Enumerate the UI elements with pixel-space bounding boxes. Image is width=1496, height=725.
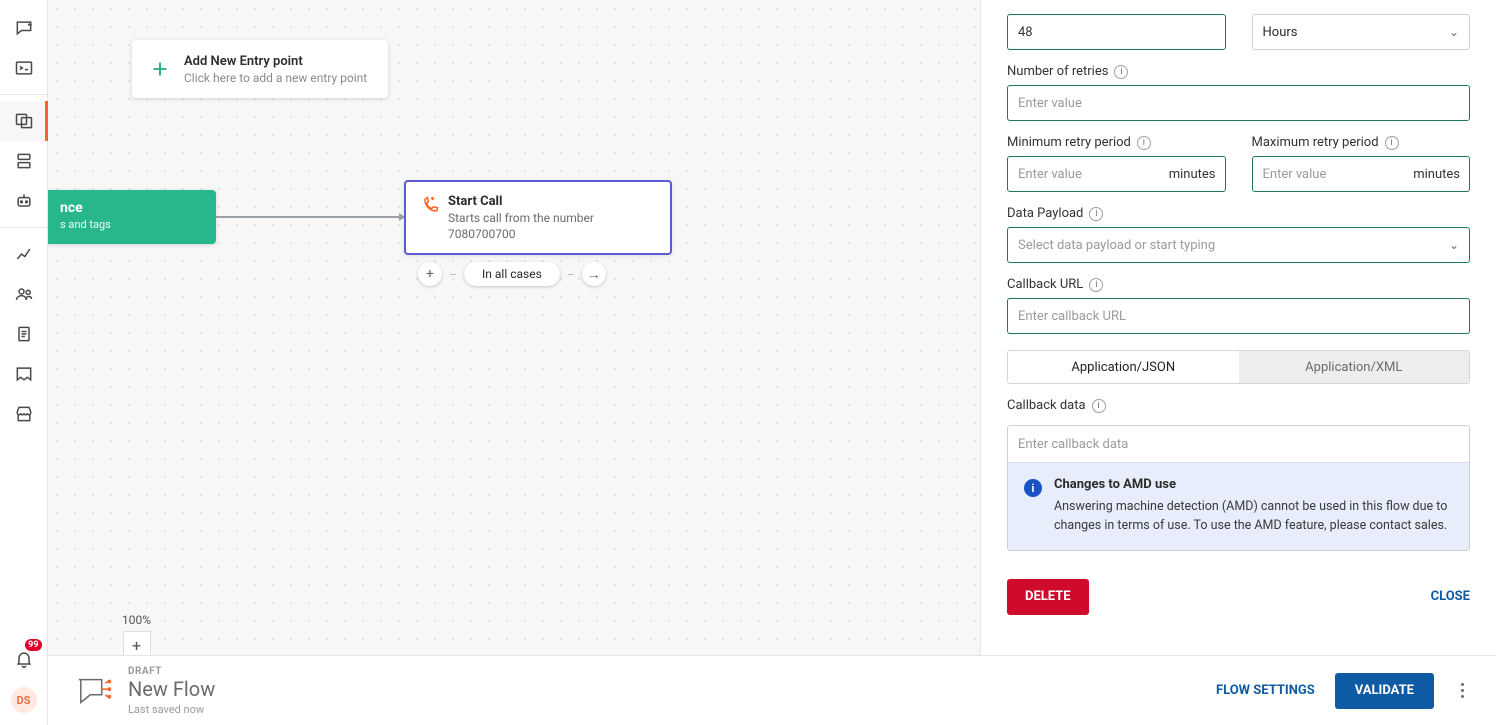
info-icon[interactable]: i: [1089, 278, 1103, 292]
start-call-number: 7080700700: [448, 227, 594, 241]
avatar[interactable]: DS: [11, 687, 37, 713]
chevron-down-icon: ⌄: [1449, 238, 1459, 252]
info-icon[interactable]: i: [1385, 136, 1399, 150]
flow-status-tag: DRAFT: [128, 666, 215, 677]
info-solid-icon: i: [1024, 479, 1042, 497]
left-rail: 99 DS: [0, 0, 48, 725]
branch-chip[interactable]: In all cases: [464, 262, 560, 286]
connector-line: [216, 216, 404, 218]
zoom-level: 100%: [122, 613, 151, 627]
alert-body: Answering machine detection (AMD) cannot…: [1054, 498, 1453, 536]
info-icon[interactable]: i: [1092, 399, 1106, 413]
max-retry-unit: minutes: [1413, 156, 1460, 192]
flow-saved-status: Last saved now: [128, 703, 215, 716]
flow-title: New Flow: [128, 677, 215, 701]
bookmark-icon[interactable]: [0, 354, 48, 394]
doc-icon[interactable]: [0, 314, 48, 354]
validity-value-input[interactable]: [1007, 14, 1226, 50]
node-output-row: + In all cases →: [418, 262, 606, 286]
start-call-title: Start Call: [448, 194, 594, 209]
chevron-down-icon: ⌄: [1449, 25, 1459, 39]
analytics-icon[interactable]: [0, 234, 48, 274]
info-icon[interactable]: i: [1137, 136, 1151, 150]
footer-bar: DRAFT New Flow Last saved now FLOW SETTI…: [48, 655, 1496, 725]
trigger-title: nce: [60, 200, 204, 216]
amd-alert: i Changes to AMD use Answering machine d…: [1008, 462, 1469, 550]
terminal-icon[interactable]: [0, 48, 48, 88]
callback-url-label: Callback URLi: [1007, 277, 1470, 292]
callback-data-label: Callback datai: [1007, 398, 1470, 413]
payload-select[interactable]: Select data payload or start typing ⌄: [1007, 227, 1470, 263]
min-retry-unit: minutes: [1169, 156, 1216, 192]
tab-json[interactable]: Application/JSON: [1008, 351, 1239, 383]
delete-button[interactable]: DELETE: [1007, 579, 1089, 615]
close-button[interactable]: CLOSE: [1431, 589, 1470, 604]
bot-icon[interactable]: [0, 181, 48, 221]
callback-data-input[interactable]: [1008, 426, 1469, 462]
people-icon[interactable]: [0, 274, 48, 314]
templates-icon[interactable]: [0, 141, 48, 181]
start-call-node[interactable]: Start Call Starts call from the number 7…: [404, 180, 672, 255]
trigger-sub: s and tags: [60, 218, 204, 231]
validity-unit-select[interactable]: Hours ⌄: [1252, 14, 1471, 50]
validate-button[interactable]: VALIDATE: [1335, 673, 1434, 709]
add-entry-point-card[interactable]: Add New Entry point Click here to add a …: [132, 40, 388, 98]
properties-panel: Hours ⌄ Number of retriesi Minimum retry…: [980, 0, 1496, 725]
add-branch-button[interactable]: +: [418, 262, 442, 286]
branch-continue-button[interactable]: →: [582, 262, 606, 286]
callback-url-input[interactable]: [1007, 298, 1470, 334]
store-icon[interactable]: [0, 394, 48, 434]
plus-icon: [146, 55, 174, 83]
info-icon[interactable]: i: [1114, 65, 1128, 79]
flow-nav-icon[interactable]: [0, 101, 48, 141]
entry-title: Add New Entry point: [184, 54, 367, 69]
notif-badge: 99: [25, 639, 41, 651]
entry-subtitle: Click here to add a new entry point: [184, 71, 367, 85]
phone-icon: [420, 194, 448, 241]
info-icon[interactable]: i: [1089, 207, 1103, 221]
alert-title: Changes to AMD use: [1054, 477, 1453, 492]
min-retry-label: Minimum retry periodi: [1007, 135, 1226, 150]
retries-input[interactable]: [1007, 85, 1470, 121]
trigger-node[interactable]: nce s and tags: [48, 190, 216, 244]
max-retry-label: Maximum retry periodi: [1252, 135, 1471, 150]
more-menu-button[interactable]: [1454, 683, 1470, 698]
flow-settings-button[interactable]: FLOW SETTINGS: [1216, 683, 1315, 698]
start-call-desc: Starts call from the number: [448, 211, 594, 225]
validity-unit-value: Hours: [1263, 25, 1298, 40]
tab-xml[interactable]: Application/XML: [1239, 351, 1470, 383]
chat-icon[interactable]: [0, 8, 48, 48]
notifications-icon[interactable]: 99: [0, 639, 48, 679]
retries-label: Number of retriesi: [1007, 64, 1470, 79]
flow-canvas[interactable]: Add New Entry point Click here to add a …: [48, 0, 980, 725]
flow-icon: [74, 675, 118, 707]
payload-label: Data Payloadi: [1007, 206, 1470, 221]
content-type-tabs: Application/JSON Application/XML: [1007, 350, 1470, 384]
payload-placeholder: Select data payload or start typing: [1018, 238, 1215, 253]
